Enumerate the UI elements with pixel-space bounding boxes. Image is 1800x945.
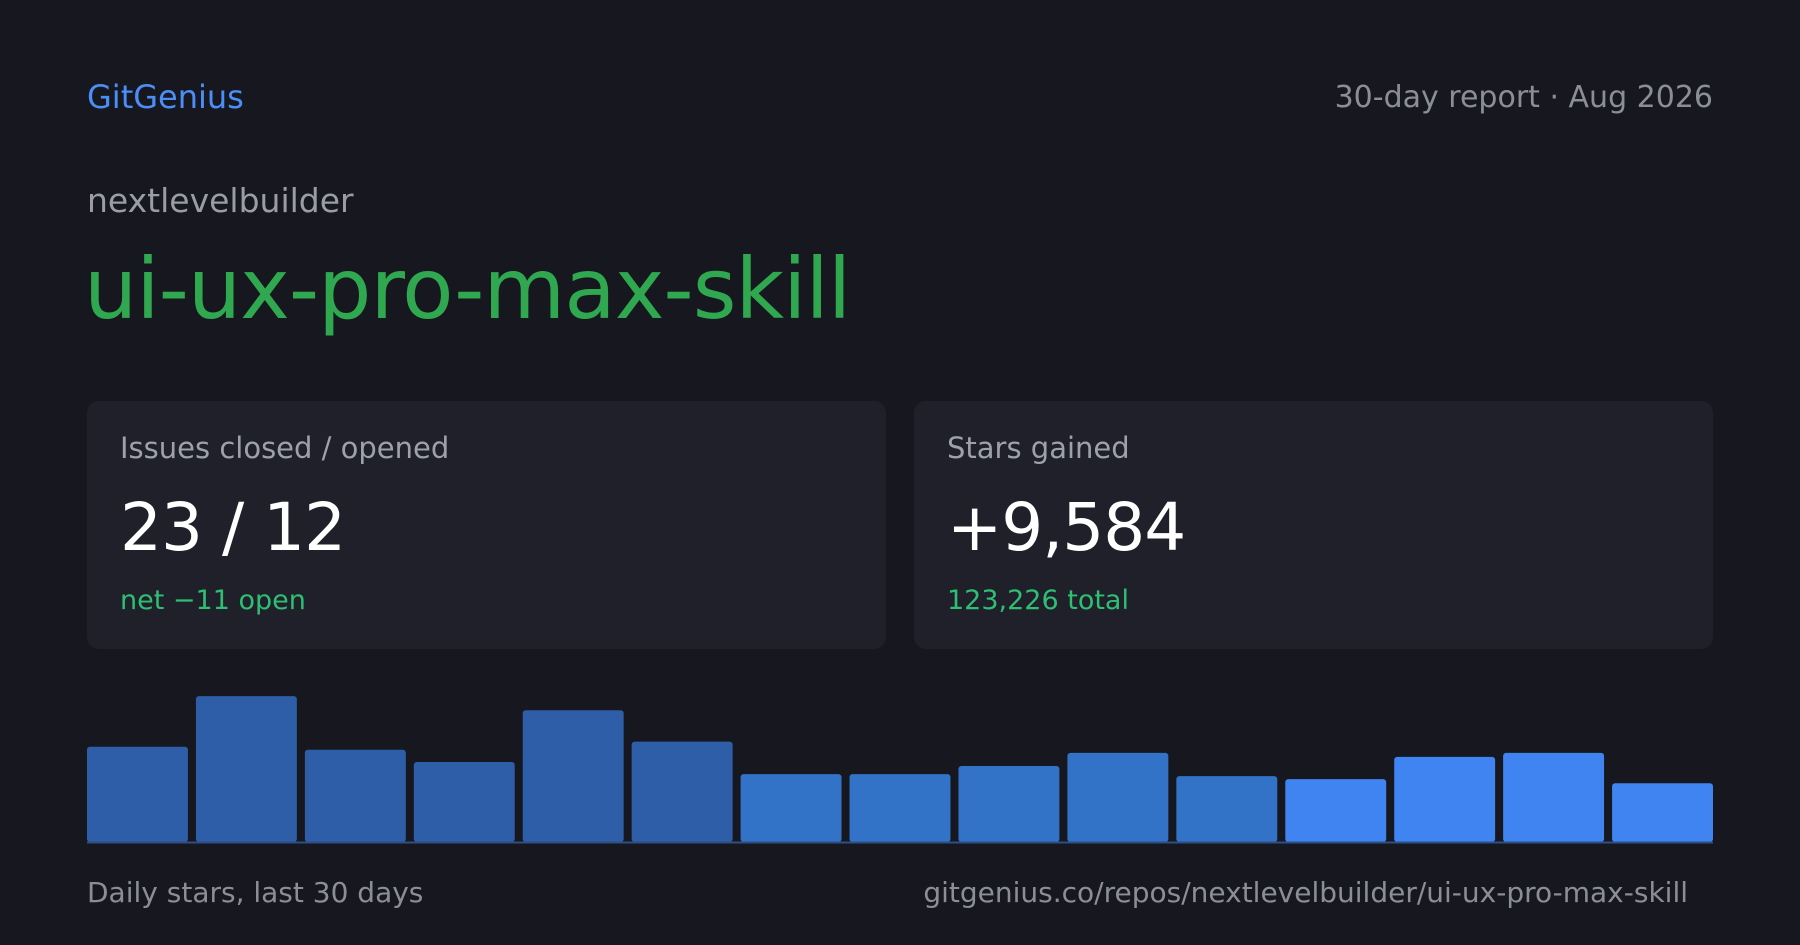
chart-bar [304, 749, 406, 842]
issues-net: net −11 open [120, 585, 306, 616]
chart-bar [1067, 752, 1169, 842]
issues-card: Issues closed / opened 23 / 12 net −11 o… [87, 401, 886, 649]
chart-bar [740, 774, 842, 842]
issues-label: Issues closed / opened [120, 431, 450, 465]
chart-bar [195, 696, 297, 842]
report-period: 30-day report · Aug 2026 [1334, 79, 1713, 115]
repo-name: ui-ux-pro-max-skill [84, 240, 851, 338]
repo-url-link[interactable]: gitgenius.co/repos/nextlevelbuilder/ui-u… [923, 876, 1713, 909]
chart-bar [1503, 752, 1605, 842]
report-card: GitGenius 30-day report · Aug 2026 nextl… [0, 0, 1800, 945]
footer: Daily stars, last 30 days gitgenius.co/r… [87, 876, 1713, 909]
daily-stars-bars [87, 696, 1713, 844]
stars-label: Stars gained [947, 431, 1130, 465]
issues-value: 23 / 12 [120, 489, 346, 566]
header: GitGenius 30-day report · Aug 2026 [87, 78, 1713, 116]
chart-bar [87, 746, 188, 842]
brand-link[interactable]: GitGenius [87, 78, 244, 116]
chart-bar [1285, 779, 1387, 842]
repo-owner: nextlevelbuilder [87, 181, 354, 220]
stats-cards: Issues closed / opened 23 / 12 net −11 o… [87, 401, 1713, 649]
daily-stars-chart [87, 690, 1713, 844]
chart-bar [849, 774, 951, 842]
stars-card: Stars gained +9,584 123,226 total [914, 401, 1713, 649]
chart-bar [413, 761, 515, 842]
chart-caption: Daily stars, last 30 days [87, 876, 424, 909]
stars-total: 123,226 total [947, 585, 1129, 616]
stars-value: +9,584 [947, 489, 1186, 566]
chart-bar [1612, 783, 1713, 842]
chart-bar [1394, 756, 1496, 842]
chart-bar [522, 710, 624, 842]
chart-bar [1176, 776, 1278, 842]
chart-bar [631, 741, 733, 842]
chart-bar [958, 766, 1060, 842]
